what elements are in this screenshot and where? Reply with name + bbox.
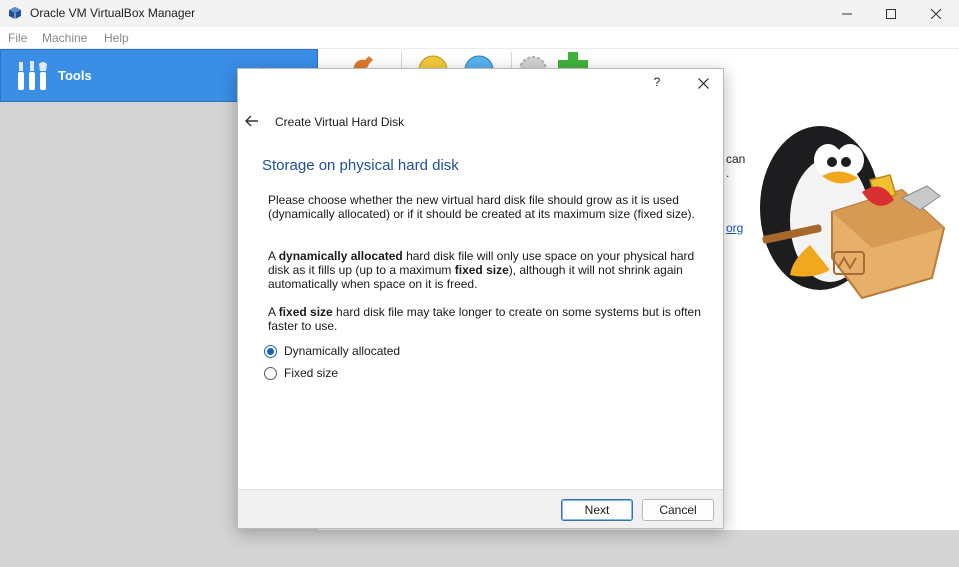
next-button[interactable]: Next <box>561 499 633 521</box>
radio-fixed-size[interactable]: Fixed size <box>264 365 338 381</box>
tools-label: Tools <box>58 68 92 83</box>
menu-help[interactable]: Help <box>104 31 129 45</box>
radio-label-dynamic: Dynamically allocated <box>284 344 401 358</box>
menu-machine[interactable]: Machine <box>42 31 87 45</box>
close-icon <box>697 77 709 89</box>
description-paragraph-1: Please choose whether the new virtual ha… <box>268 193 695 221</box>
dialog-heading: Create Virtual Hard Disk <box>275 115 405 129</box>
maximize-button[interactable] <box>868 0 914 27</box>
radio-button-checked[interactable] <box>264 344 277 358</box>
maximize-icon <box>886 8 896 19</box>
minimize-icon <box>842 13 852 14</box>
status-strip <box>318 530 959 567</box>
welcome-text-line2: . <box>726 166 730 180</box>
help-button[interactable]: ? <box>651 75 663 89</box>
menu-file[interactable]: File <box>8 31 27 45</box>
dialog-footer: Next Cancel <box>238 489 723 528</box>
page-title: Storage on physical hard disk <box>262 157 459 174</box>
radio-dynamically-allocated[interactable]: Dynamically allocated <box>264 343 400 359</box>
radio-label-fixed: Fixed size <box>284 366 339 380</box>
tools-icon <box>18 61 47 90</box>
close-button[interactable] <box>913 0 959 27</box>
virtualbox-cube-icon <box>9 7 21 19</box>
radio-button-unchecked[interactable] <box>264 366 277 380</box>
welcome-link[interactable]: org <box>726 221 743 235</box>
create-virtual-hard-disk-dialog: ? Create Virtual Hard Disk Storage on ph… <box>237 68 724 529</box>
description-paragraph-3: A fixed size hard disk file may take lon… <box>268 305 701 333</box>
minimize-button[interactable] <box>824 0 870 27</box>
cancel-button[interactable]: Cancel <box>642 499 714 521</box>
welcome-text-line1: can <box>726 152 746 166</box>
description-paragraph-2: A dynamically allocated hard disk file w… <box>268 249 695 291</box>
dialog-close-button[interactable] <box>692 72 714 94</box>
close-icon <box>931 8 941 19</box>
menubar: File Machine Help <box>0 27 959 49</box>
window-titlebar: Oracle VM VirtualBox Manager <box>0 0 959 27</box>
tux-toolbox-mascot <box>760 126 946 300</box>
back-arrow-icon[interactable] <box>244 113 260 129</box>
window-title: Oracle VM VirtualBox Manager <box>30 6 196 20</box>
